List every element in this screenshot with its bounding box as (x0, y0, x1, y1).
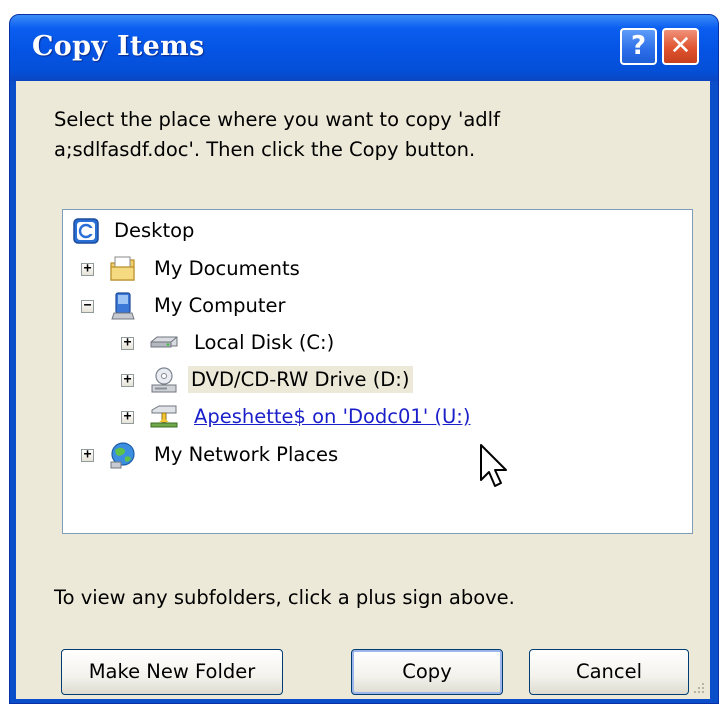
my-computer-icon (111, 292, 135, 320)
collapse-my-computer-icon[interactable]: − (81, 299, 94, 313)
tree-label-my-computer: My Computer (154, 294, 286, 317)
tree-item-my-computer[interactable]: − My Computer (63, 290, 663, 322)
copy-items-dialog: Copy Items ? ✕ Select the place where yo… (9, 14, 719, 704)
close-button[interactable]: ✕ (662, 28, 699, 65)
title-bar[interactable]: Copy Items ? ✕ (10, 15, 718, 81)
tree-label-network-drive: Apeshette$ on 'Dodc01' (U:) (194, 405, 471, 428)
tree-label-dvd-drive: DVD/CD-RW Drive (D:) (188, 366, 413, 393)
close-icon: ✕ (669, 31, 692, 61)
screen: Copy Items ? ✕ Select the place where yo… (0, 0, 725, 707)
tree-item-my-network-places[interactable]: + My Network Places (63, 439, 663, 471)
help-button[interactable]: ? (620, 28, 657, 65)
expand-network-drive-icon[interactable]: + (121, 410, 134, 424)
expand-my-documents-icon[interactable]: + (81, 262, 94, 276)
cancel-button[interactable]: Cancel (529, 649, 689, 695)
hard-disk-icon (150, 336, 178, 348)
tree-item-desktop[interactable]: Desktop (63, 215, 663, 247)
dialog-title: Copy Items (32, 31, 205, 62)
dialog-body: Select the place where you want to copy … (16, 81, 710, 699)
mouse-pointer-icon (480, 444, 507, 487)
expand-local-disk-icon[interactable]: + (121, 336, 134, 350)
resize-grip-icon[interactable] (690, 679, 706, 695)
tree-item-my-documents[interactable]: + My Documents (63, 253, 663, 285)
tree-label-desktop: Desktop (114, 219, 195, 242)
dvd-drive-icon (151, 367, 177, 393)
instructions-text: Select the place where you want to copy … (54, 105, 614, 165)
tree-item-network-drive-u[interactable]: + Apeshette$ on 'Dodc01' (U:) (63, 401, 663, 433)
expand-dvd-drive-icon[interactable]: + (121, 373, 134, 387)
network-drive-icon (150, 405, 178, 428)
instructions-line-2: a;sdlfasdf.doc'. Then click the Copy but… (54, 138, 476, 161)
tree-label-local-disk: Local Disk (C:) (194, 331, 335, 354)
expand-network-places-icon[interactable]: + (81, 448, 94, 462)
tree-item-dvd-drive-d[interactable]: + DVD/CD-RW Drive (D:) (63, 364, 663, 396)
tree-label-my-network-places: My Network Places (154, 443, 339, 466)
help-icon: ? (630, 31, 647, 61)
folder-tree[interactable]: Desktop + My Documents − My Computer + L… (62, 209, 693, 534)
tree-label-my-documents: My Documents (154, 257, 300, 280)
copy-button[interactable]: Copy (351, 649, 503, 695)
tree-item-local-disk-c[interactable]: + Local Disk (C:) (63, 327, 663, 359)
subfolder-hint: To view any subfolders, click a plus sig… (54, 586, 515, 609)
network-places-icon (110, 442, 135, 469)
desktop-icon (73, 218, 99, 244)
make-new-folder-button[interactable]: Make New Folder (61, 649, 283, 695)
desktop-backdrop (0, 0, 725, 14)
my-documents-icon (110, 256, 135, 281)
instructions-line-1: Select the place where you want to copy … (54, 108, 500, 131)
